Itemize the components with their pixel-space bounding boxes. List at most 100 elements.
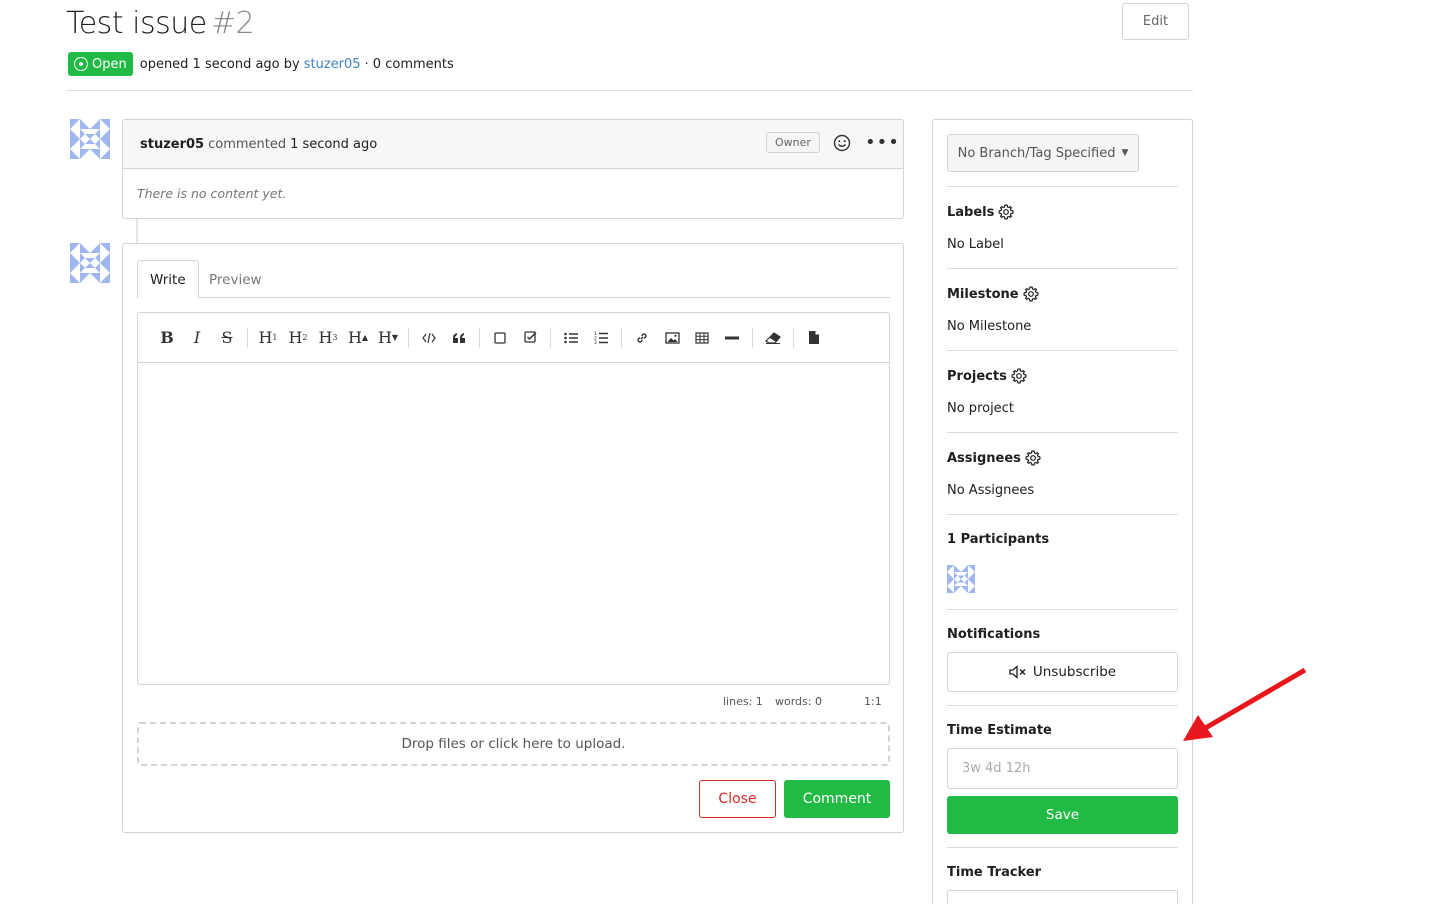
timeline-line [136, 219, 138, 244]
branch-selector[interactable]: No Branch/Tag Specified ▼ [947, 134, 1139, 172]
heading-2-icon[interactable]: H2 [283, 323, 313, 353]
more-options-icon[interactable]: ••• [865, 132, 900, 153]
checkbox-checked-icon[interactable] [515, 323, 545, 353]
gear-icon[interactable] [1025, 450, 1041, 466]
sidebar-divider [947, 432, 1178, 433]
opened-text: opened 1 second ago by [139, 56, 300, 72]
reaction-smile-icon[interactable] [833, 134, 851, 152]
sidebar-divider [947, 514, 1178, 515]
sidebar-divider [947, 186, 1178, 187]
horizontal-rule-icon[interactable] [717, 323, 747, 353]
svg-text:3: 3 [594, 340, 597, 344]
table-icon[interactable] [687, 323, 717, 353]
assignees-title: Assignees [947, 450, 1021, 466]
eraser-icon[interactable] [758, 323, 788, 353]
time-estimate-heading: Time Estimate [947, 723, 1052, 738]
participant-avatar[interactable] [947, 565, 975, 593]
sidebar-divider [947, 609, 1178, 610]
comment-body: There is no content yet. [137, 186, 287, 201]
labels-value: No Label [947, 237, 1004, 252]
gear-icon[interactable] [1011, 368, 1027, 384]
bold-icon[interactable]: B [152, 323, 182, 353]
avatar[interactable] [70, 243, 110, 283]
tab-write[interactable]: Write [137, 260, 199, 299]
heading-smaller-icon[interactable]: H ▼ [373, 323, 403, 353]
branch-label: No Branch/Tag Specified [957, 145, 1116, 161]
participants-heading: 1 Participants [947, 532, 1050, 547]
editor-status-bar: lines: 1 words: 0 1:1 [123, 693, 903, 711]
image-icon[interactable] [657, 323, 687, 353]
gear-icon[interactable] [998, 204, 1014, 220]
strikethrough-icon[interactable]: S [212, 323, 242, 353]
close-issue-button[interactable]: Close [699, 780, 776, 818]
mute-icon [1009, 665, 1026, 679]
italic-icon[interactable]: I [182, 323, 212, 353]
status-badge: Open [68, 52, 133, 76]
header-divider [66, 90, 1193, 91]
gear-icon[interactable] [1023, 286, 1039, 302]
avatar[interactable] [70, 119, 110, 159]
issue-number: #2 [210, 6, 255, 41]
milestone-value: No Milestone [947, 319, 1032, 334]
comment-form: Write Preview B I S H1 H2 H3 H ▲ H ▼ 1 2… [122, 243, 904, 833]
tab-preview[interactable]: Preview [197, 260, 274, 299]
comment-count: · 0 comments [364, 56, 454, 72]
sidebar-divider [947, 705, 1178, 706]
heading-1-icon[interactable]: H1 [253, 323, 283, 353]
time-estimate-input[interactable] [947, 748, 1178, 789]
sidebar-divider [947, 847, 1178, 848]
link-icon[interactable] [627, 323, 657, 353]
assignees-heading[interactable]: Assignees [947, 450, 1041, 466]
notifications-heading: Notifications [947, 627, 1041, 642]
quote-icon[interactable] [444, 323, 474, 353]
projects-value: No project [947, 401, 1014, 416]
unordered-list-icon[interactable] [556, 323, 586, 353]
editor-tabs: Write Preview [137, 260, 890, 299]
toolbar-separator [479, 327, 480, 348]
ordered-list-icon[interactable]: 123 [586, 323, 616, 353]
sidebar-divider [947, 268, 1178, 269]
status-label: Open [92, 56, 127, 72]
toolbar-separator [247, 327, 248, 348]
markdown-editor[interactable]: B I S H1 H2 H3 H ▲ H ▼ 1 2 3 [137, 312, 890, 685]
milestone-heading[interactable]: Milestone [947, 286, 1039, 302]
assignees-value: No Assignees [947, 483, 1035, 498]
toolbar-separator [408, 327, 409, 348]
cursor-position: 1:1 [864, 695, 882, 708]
issue-sidebar: No Branch/Tag Specified ▼ Labels No Labe… [932, 119, 1193, 904]
sidebar-divider [947, 350, 1178, 351]
labels-heading[interactable]: Labels [947, 204, 1014, 220]
line-count: lines: 1 [723, 695, 763, 708]
projects-heading[interactable]: Projects [947, 368, 1027, 384]
edit-button[interactable]: Edit [1122, 3, 1189, 40]
file-icon[interactable] [799, 323, 829, 353]
unsubscribe-button[interactable]: Unsubscribe [947, 652, 1178, 692]
annotation-arrow-icon [1183, 667, 1307, 741]
comment-author[interactable]: stuzer05 [140, 137, 204, 152]
issue-title-row: Test issue #2 [66, 6, 255, 41]
save-estimate-button[interactable]: Save [947, 796, 1178, 834]
projects-title: Projects [947, 368, 1007, 384]
comment-time[interactable]: 1 second ago [290, 137, 377, 152]
toolbar-separator [752, 327, 753, 348]
heading-3-icon[interactable]: H3 [313, 323, 343, 353]
issue-meta: Open opened 1 second ago by stuzer05 · 0… [68, 52, 454, 76]
issue-title: Test issue [66, 6, 207, 41]
milestone-title: Milestone [947, 286, 1019, 302]
caret-down-icon: ▼ [1121, 148, 1129, 158]
word-count: words: 0 [775, 695, 822, 708]
toolbar-separator [550, 327, 551, 348]
checkbox-empty-icon[interactable] [485, 323, 515, 353]
author-link[interactable]: stuzer05 [304, 57, 361, 72]
labels-title: Labels [947, 204, 995, 220]
owner-badge: Owner [766, 132, 820, 153]
comment-card: stuzer05 commented 1 second ago Owner ••… [122, 119, 904, 219]
comment-button[interactable]: Comment [784, 780, 890, 818]
code-icon[interactable] [414, 323, 444, 353]
time-tracker-control[interactable] [947, 890, 1178, 904]
heading-bigger-icon[interactable]: H ▲ [343, 323, 373, 353]
toolbar-separator [621, 327, 622, 348]
file-dropzone[interactable]: Drop files or click here to upload. [137, 722, 890, 766]
comment-action: commented [208, 136, 287, 152]
unsubscribe-label: Unsubscribe [1032, 664, 1117, 680]
